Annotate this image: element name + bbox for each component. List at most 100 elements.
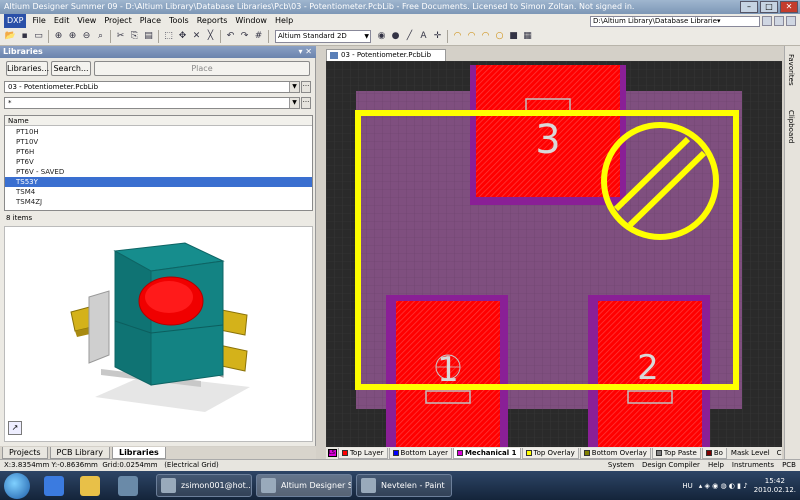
list-item[interactable]: PT6V - SAVED bbox=[5, 167, 312, 177]
layer-tab-mechanical-1[interactable]: Mechanical 1 bbox=[452, 447, 521, 459]
list-item[interactable]: TSM4 bbox=[5, 187, 312, 197]
grid-icon[interactable]: # bbox=[252, 30, 265, 43]
main-toolbar: 📂 ▪ ▭ ⊕ ⊕ ⊖ ⌕ ✂ ⎘ ▤ ⬚ ✥ ✕ ╳ ↶ ↷ # Altium… bbox=[0, 28, 800, 46]
arc-edge-icon[interactable]: ◠ bbox=[465, 30, 478, 43]
pcb-canvas[interactable]: 3 1 2 bbox=[326, 61, 782, 447]
layer-tab-top-overlay[interactable]: Top Overlay bbox=[521, 447, 579, 459]
zoom-area-icon[interactable]: ⌕ bbox=[94, 30, 107, 43]
chevron-down-icon[interactable]: ▼ bbox=[289, 82, 299, 92]
undo-icon[interactable]: ↶ bbox=[224, 30, 237, 43]
library-options-button[interactable]: ··· bbox=[301, 81, 311, 93]
menu-file[interactable]: File bbox=[28, 14, 49, 28]
folder-icon[interactable] bbox=[80, 476, 100, 496]
3d-preview[interactable] bbox=[4, 226, 313, 442]
open-icon[interactable]: 📂 bbox=[4, 30, 17, 43]
tray-icons[interactable]: ▴ ◈ ◉ ◍ ◐ ▮ ♪ bbox=[699, 482, 748, 490]
library-path-field[interactable]: D:\Altium Library\Database Librarie▾ bbox=[590, 15, 760, 27]
paste-icon[interactable]: ▤ bbox=[142, 30, 155, 43]
list-item[interactable]: PT10H bbox=[5, 127, 312, 137]
place-string-icon[interactable]: A bbox=[417, 30, 430, 43]
array-paste-icon[interactable]: ▦ bbox=[521, 30, 534, 43]
menu-place[interactable]: Place bbox=[136, 14, 165, 28]
fill-icon[interactable]: ■ bbox=[507, 30, 520, 43]
libraries-button[interactable]: Libraries... bbox=[6, 61, 49, 76]
menu-reports[interactable]: Reports bbox=[193, 14, 232, 28]
save-icon[interactable]: ▪ bbox=[18, 30, 31, 43]
tab-clipboard[interactable]: Clipboard bbox=[787, 110, 795, 143]
back-icon[interactable] bbox=[762, 16, 772, 26]
status-instruments-button[interactable]: Instruments bbox=[732, 460, 774, 471]
status-system-button[interactable]: System bbox=[608, 460, 634, 471]
menu-dxp[interactable]: DXP bbox=[4, 14, 27, 28]
search-button[interactable]: Search... bbox=[51, 61, 91, 76]
list-item-selected[interactable]: TS53Y bbox=[5, 177, 312, 187]
cross-probe-icon[interactable]: ╳ bbox=[204, 30, 217, 43]
task-paint[interactable]: Nevtelen - Paint bbox=[356, 474, 452, 497]
layer-tab-top-layer[interactable]: Top Layer bbox=[337, 447, 388, 459]
menu-window[interactable]: Window bbox=[231, 14, 271, 28]
arc-center-icon[interactable]: ◠ bbox=[451, 30, 464, 43]
circle-icon[interactable]: ○ bbox=[493, 30, 506, 43]
zoom-in-icon[interactable]: ⊕ bbox=[66, 30, 79, 43]
close-button[interactable]: ✕ bbox=[780, 1, 798, 13]
menu-edit[interactable]: Edit bbox=[50, 14, 74, 28]
list-column-name[interactable]: Name bbox=[5, 116, 312, 126]
list-item[interactable]: PT10V bbox=[5, 137, 312, 147]
menu-help[interactable]: Help bbox=[271, 14, 297, 28]
zoom-out-icon[interactable]: ⊖ bbox=[80, 30, 93, 43]
start-button[interactable] bbox=[4, 473, 30, 499]
select-icon[interactable]: ⬚ bbox=[162, 30, 175, 43]
menu-project[interactable]: Project bbox=[100, 14, 135, 28]
list-item[interactable]: PT6H bbox=[5, 147, 312, 157]
cut-icon[interactable]: ✂ bbox=[114, 30, 127, 43]
list-item[interactable]: PT6V bbox=[5, 157, 312, 167]
tab-projects[interactable]: Projects bbox=[2, 447, 48, 459]
chevron-down-icon[interactable]: ▼ bbox=[289, 98, 299, 108]
view-mode-select[interactable]: Altium Standard 2D bbox=[275, 30, 371, 43]
clear-button[interactable]: Clear bbox=[774, 448, 782, 458]
redo-icon[interactable]: ↷ bbox=[238, 30, 251, 43]
layer-tab-bottom-layer[interactable]: Bottom Layer bbox=[388, 447, 452, 459]
layer-tab-bottom-paste[interactable]: Bo bbox=[701, 447, 727, 459]
browser-icon[interactable] bbox=[44, 476, 64, 496]
document-tab[interactable]: 03 - Potentiometer.PcbLib bbox=[326, 49, 446, 61]
status-design-compiler-button[interactable]: Design Compiler bbox=[642, 460, 700, 471]
layer-set-swatch[interactable]: LS bbox=[328, 449, 337, 457]
deselect-icon[interactable]: ✕ bbox=[190, 30, 203, 43]
mask-level-button[interactable]: Mask Level bbox=[728, 448, 773, 458]
layer-tab-top-paste[interactable]: Top Paste bbox=[651, 447, 701, 459]
panel-pin-icon[interactable]: ▾ ✕ bbox=[298, 46, 312, 58]
task-messenger[interactable]: zsimon001@hot... bbox=[156, 474, 252, 497]
media-player-icon[interactable] bbox=[118, 476, 138, 496]
filter-select[interactable]: * ▼ bbox=[4, 97, 300, 109]
clock[interactable]: 15:42 2010.02.12. bbox=[754, 477, 796, 495]
minimize-button[interactable]: – bbox=[740, 1, 758, 13]
place-coordinate-icon[interactable]: ✛ bbox=[431, 30, 444, 43]
tab-libraries[interactable]: Libraries bbox=[111, 447, 166, 459]
forward-icon[interactable] bbox=[774, 16, 784, 26]
place-via-icon[interactable]: ● bbox=[389, 30, 402, 43]
arc-any-icon[interactable]: ◠ bbox=[479, 30, 492, 43]
menu-view[interactable]: View bbox=[73, 14, 100, 28]
list-item[interactable]: TSM4ZJ bbox=[5, 197, 312, 207]
tab-favorites[interactable]: Favorites bbox=[787, 54, 795, 86]
task-altium[interactable]: Altium Designer S... bbox=[256, 474, 352, 497]
layer-tab-bottom-overlay[interactable]: Bottom Overlay bbox=[579, 447, 651, 459]
library-select[interactable]: 03 - Potentiometer.PcbLib ▼ bbox=[4, 81, 300, 93]
print-icon[interactable]: ▭ bbox=[32, 30, 45, 43]
3d-view-toggle-icon[interactable]: ↗ bbox=[8, 421, 22, 435]
move-icon[interactable]: ✥ bbox=[176, 30, 189, 43]
copy-icon[interactable]: ⎘ bbox=[128, 30, 141, 43]
status-pcb-button[interactable]: PCB bbox=[782, 460, 796, 471]
place-pad-icon[interactable]: ◉ bbox=[375, 30, 388, 43]
language-indicator[interactable]: HU bbox=[682, 482, 692, 490]
home-icon[interactable] bbox=[786, 16, 796, 26]
filter-options-button[interactable]: ··· bbox=[301, 97, 311, 109]
place-line-icon[interactable]: ╱ bbox=[403, 30, 416, 43]
tab-pcb-library[interactable]: PCB Library bbox=[49, 447, 110, 459]
status-help-button[interactable]: Help bbox=[708, 460, 724, 471]
menu-tools[interactable]: Tools bbox=[165, 14, 193, 28]
place-button[interactable]: Place bbox=[94, 61, 310, 76]
maximize-button[interactable]: □ bbox=[760, 1, 778, 13]
zoom-fit-icon[interactable]: ⊕ bbox=[52, 30, 65, 43]
